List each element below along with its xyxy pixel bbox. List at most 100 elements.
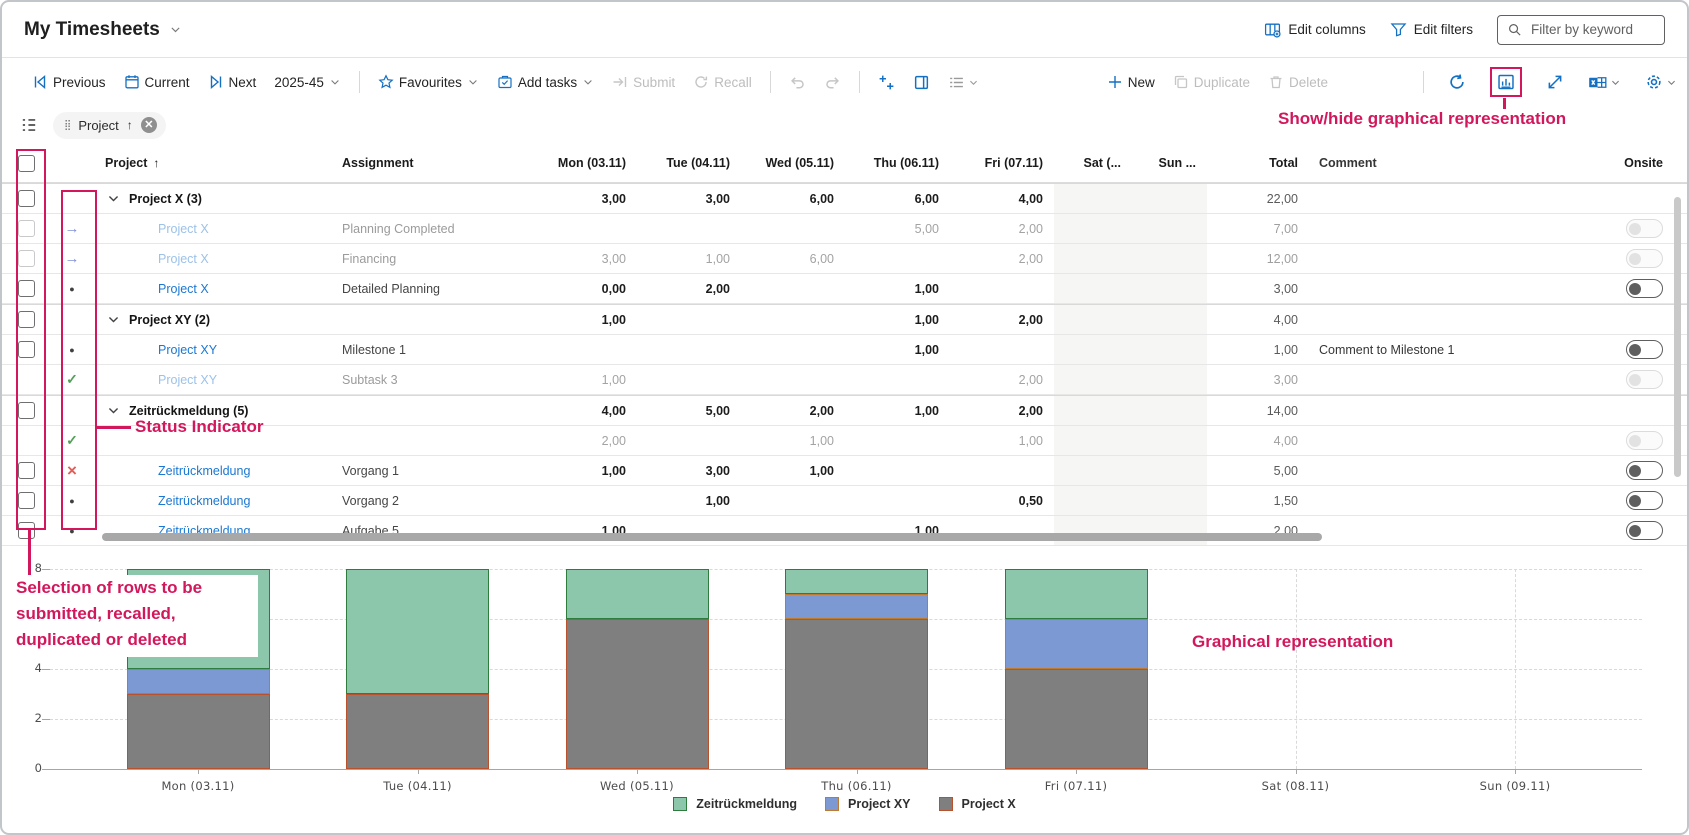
day-tue-cell[interactable]: 2,00 bbox=[637, 274, 741, 303]
comment-cell[interactable] bbox=[1309, 365, 1562, 394]
day-sat-cell[interactable] bbox=[1054, 274, 1132, 303]
day-thu-cell[interactable] bbox=[845, 365, 950, 394]
day-tue-cell[interactable]: 1,00 bbox=[637, 244, 741, 273]
sort-ascending-icon[interactable]: ↑ bbox=[127, 118, 133, 132]
day-sat-cell[interactable] bbox=[1054, 426, 1132, 455]
comment-cell[interactable] bbox=[1309, 426, 1562, 455]
new-button[interactable]: New bbox=[1107, 74, 1155, 90]
day-sun-cell[interactable] bbox=[1132, 426, 1207, 455]
day-tue-cell[interactable]: 3,00 bbox=[637, 456, 741, 485]
onsite-toggle[interactable] bbox=[1626, 340, 1663, 359]
edit-columns-button[interactable]: Edit columns bbox=[1264, 21, 1365, 38]
settings-gear-dropdown-icon[interactable] bbox=[1645, 73, 1677, 91]
redo-icon[interactable] bbox=[824, 74, 841, 91]
submit-button[interactable]: Submit bbox=[612, 74, 675, 90]
day-thu-cell[interactable]: 5,00 bbox=[845, 214, 950, 243]
day-tue-cell[interactable] bbox=[637, 214, 741, 243]
comment-cell[interactable] bbox=[1309, 244, 1562, 273]
project-link[interactable]: Project XY bbox=[158, 373, 217, 387]
day-mon-cell[interactable]: 0,00 bbox=[532, 274, 637, 303]
project-link[interactable]: Project X bbox=[158, 222, 209, 236]
mon-header[interactable]: Mon (03.11) bbox=[532, 144, 637, 182]
side-panel-icon[interactable] bbox=[913, 74, 930, 91]
day-thu-cell[interactable]: 1,00 bbox=[845, 335, 950, 364]
comment-cell[interactable] bbox=[1309, 214, 1562, 243]
onsite-toggle[interactable] bbox=[1626, 249, 1663, 268]
comment-cell[interactable] bbox=[1309, 274, 1562, 303]
comment-header[interactable]: Comment bbox=[1309, 144, 1562, 182]
previous-button[interactable]: Previous bbox=[32, 74, 106, 90]
day-sun-cell[interactable] bbox=[1132, 335, 1207, 364]
title-chevron-down-icon[interactable] bbox=[169, 23, 182, 36]
day-tue-cell[interactable] bbox=[637, 365, 741, 394]
keyword-search-box[interactable] bbox=[1497, 15, 1665, 45]
period-dropdown[interactable]: 2025-45 bbox=[274, 75, 341, 90]
day-mon-cell[interactable]: 2,00 bbox=[532, 426, 637, 455]
day-wed-cell[interactable] bbox=[741, 335, 845, 364]
sat-header[interactable]: Sat (... bbox=[1054, 144, 1132, 182]
day-sun-cell[interactable] bbox=[1132, 365, 1207, 394]
thu-header[interactable]: Thu (06.11) bbox=[845, 144, 950, 182]
project-header[interactable]: Project↑ bbox=[94, 144, 342, 182]
project-link[interactable]: Project XY bbox=[158, 343, 217, 357]
day-sat-cell[interactable] bbox=[1054, 335, 1132, 364]
current-button[interactable]: Current bbox=[124, 74, 190, 90]
vertical-scrollbar[interactable] bbox=[1674, 197, 1681, 477]
collapse-chevron-icon[interactable] bbox=[107, 192, 120, 205]
grouping-icon[interactable] bbox=[20, 116, 38, 134]
day-fri-cell[interactable]: 1,00 bbox=[950, 426, 1054, 455]
onsite-toggle[interactable] bbox=[1626, 461, 1663, 480]
onsite-toggle[interactable] bbox=[1626, 279, 1663, 298]
day-sat-cell[interactable] bbox=[1054, 365, 1132, 394]
add-rows-icon[interactable] bbox=[878, 74, 895, 91]
day-fri-cell[interactable]: 2,00 bbox=[950, 365, 1054, 394]
day-wed-cell[interactable] bbox=[741, 214, 845, 243]
day-mon-cell[interactable] bbox=[532, 214, 637, 243]
comment-cell[interactable]: Comment to Milestone 1 bbox=[1309, 335, 1562, 364]
onsite-toggle[interactable] bbox=[1626, 370, 1663, 389]
day-sun-cell[interactable] bbox=[1132, 274, 1207, 303]
add-tasks-dropdown[interactable]: Add tasks bbox=[497, 74, 594, 90]
excel-export-dropdown-icon[interactable] bbox=[1588, 73, 1621, 92]
day-mon-cell[interactable]: 1,00 bbox=[532, 456, 637, 485]
day-wed-cell[interactable]: 6,00 bbox=[741, 244, 845, 273]
day-sat-cell[interactable] bbox=[1054, 456, 1132, 485]
comment-cell[interactable] bbox=[1309, 456, 1562, 485]
day-wed-cell[interactable] bbox=[741, 274, 845, 303]
sun-header[interactable]: Sun ... bbox=[1132, 144, 1207, 182]
collapse-chevron-icon[interactable] bbox=[107, 404, 120, 417]
fri-header[interactable]: Fri (07.11) bbox=[950, 144, 1054, 182]
tue-header[interactable]: Tue (04.11) bbox=[637, 144, 741, 182]
bar-chart-icon[interactable] bbox=[1497, 73, 1515, 91]
remove-chip-icon[interactable]: ✕ bbox=[141, 117, 157, 133]
day-mon-cell[interactable] bbox=[532, 335, 637, 364]
drag-grip-icon[interactable]: ⣿ bbox=[64, 120, 70, 131]
day-fri-cell[interactable] bbox=[950, 335, 1054, 364]
day-sun-cell[interactable] bbox=[1132, 456, 1207, 485]
project-link[interactable]: Zeitrückmeldung bbox=[158, 464, 250, 478]
day-wed-cell[interactable]: 1,00 bbox=[741, 456, 845, 485]
duplicate-button[interactable]: Duplicate bbox=[1173, 74, 1250, 90]
search-input[interactable] bbox=[1529, 21, 1653, 38]
day-thu-cell[interactable]: 1,00 bbox=[845, 274, 950, 303]
collapse-chevron-icon[interactable] bbox=[107, 313, 120, 326]
day-mon-cell[interactable]: 3,00 bbox=[532, 244, 637, 273]
day-thu-cell[interactable] bbox=[845, 244, 950, 273]
day-fri-cell[interactable] bbox=[950, 274, 1054, 303]
undo-icon[interactable] bbox=[789, 74, 806, 91]
next-button[interactable]: Next bbox=[208, 74, 257, 90]
recall-button[interactable]: Recall bbox=[693, 74, 752, 90]
expand-fullscreen-icon[interactable] bbox=[1546, 73, 1564, 91]
project-link[interactable]: Project X bbox=[158, 282, 209, 296]
day-fri-cell[interactable] bbox=[950, 456, 1054, 485]
day-mon-cell[interactable]: 1,00 bbox=[532, 365, 637, 394]
group-by-project-chip[interactable]: ⣿ Project ↑ ✕ bbox=[53, 112, 166, 139]
delete-button[interactable]: Delete bbox=[1268, 74, 1328, 90]
project-link[interactable]: Zeitrückmeldung bbox=[158, 494, 250, 508]
day-tue-cell[interactable] bbox=[637, 426, 741, 455]
onsite-toggle[interactable] bbox=[1626, 431, 1663, 450]
onsite-toggle[interactable] bbox=[1626, 219, 1663, 238]
assignment-header[interactable]: Assignment bbox=[342, 144, 532, 182]
wed-header[interactable]: Wed (05.11) bbox=[741, 144, 845, 182]
view-options-dropdown-icon[interactable] bbox=[948, 74, 979, 91]
